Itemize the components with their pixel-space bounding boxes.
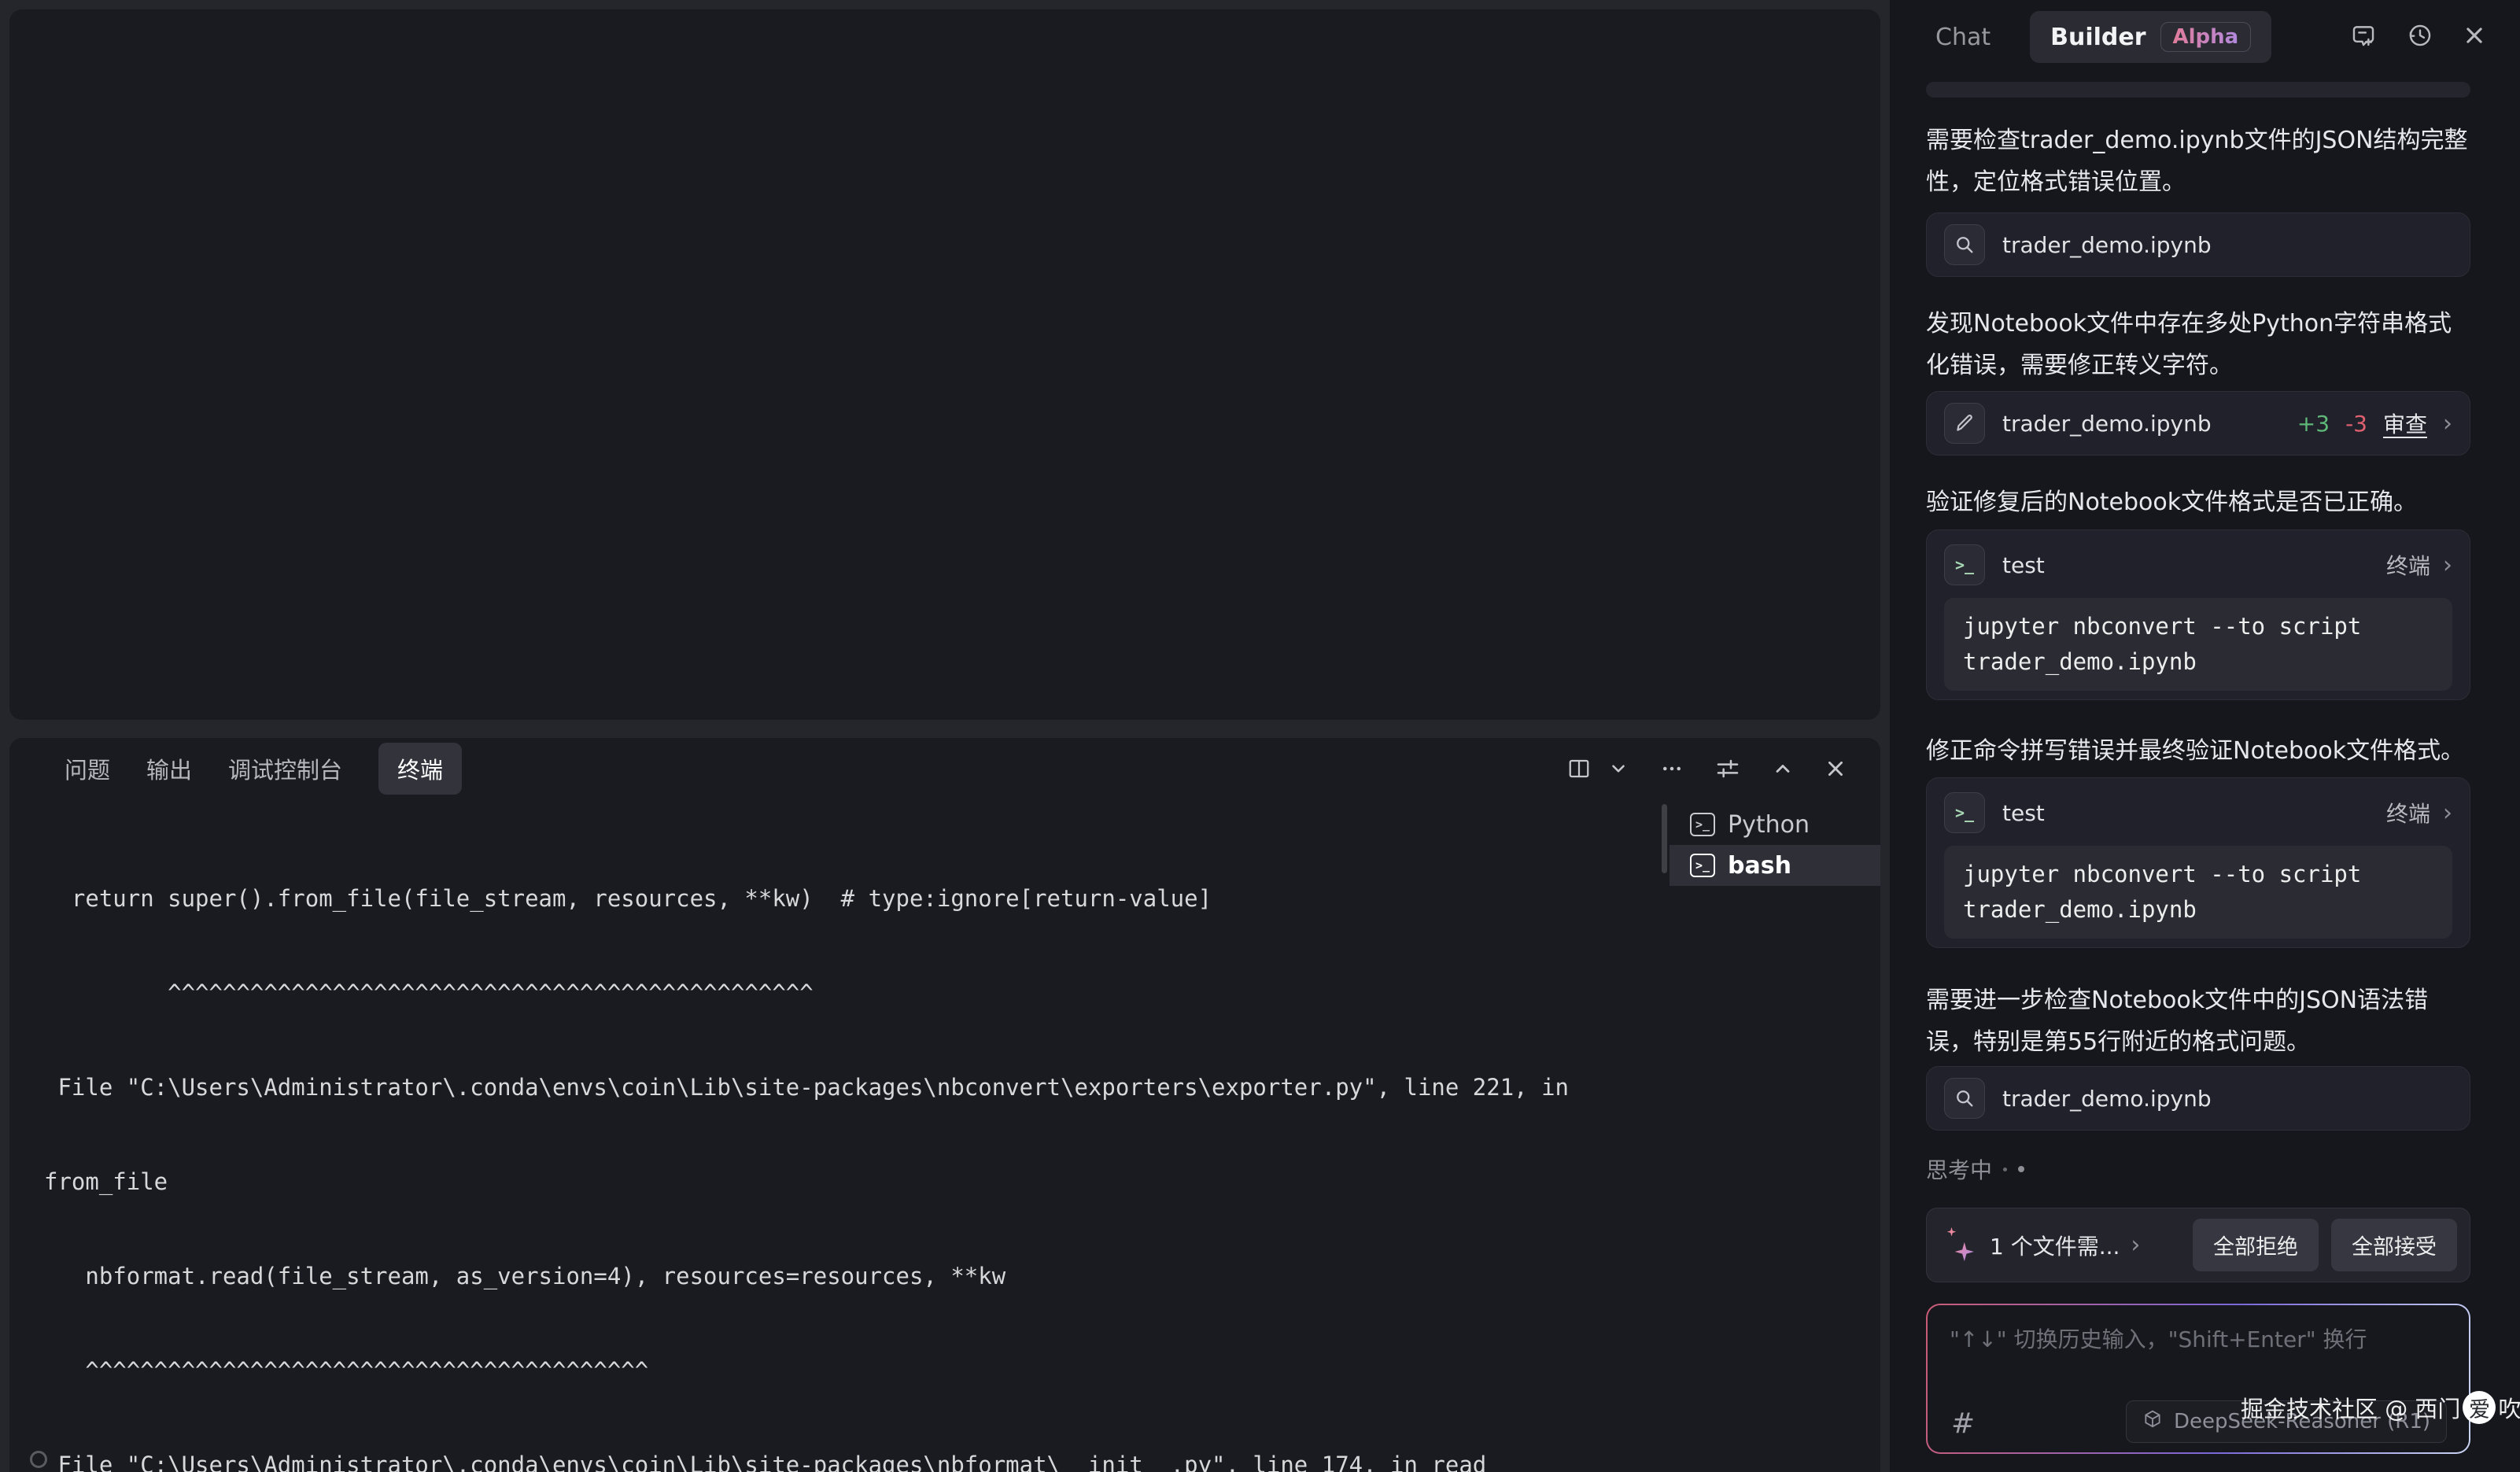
terminal-instance-bash[interactable]: >_ bash [1670, 845, 1880, 886]
terminal-output[interactable]: return super().from_file(file_stream, re… [44, 820, 1644, 1472]
tab-problems[interactable]: 问题 [65, 743, 110, 795]
file-search-card-1[interactable]: trader_demo.ipynb [1926, 212, 2470, 277]
search-icon [1944, 1078, 1985, 1119]
assistant-message-1: 需要检查trader_demo.ipynb文件的JSON结构完整性，定位格式错误… [1926, 120, 2470, 203]
terminal-card-name: test [2002, 552, 2045, 578]
assistant-message-3: 验证修复后的Notebook文件格式是否已正确。 [1926, 481, 2470, 523]
history-icon[interactable] [2407, 22, 2433, 52]
command-decoration-circle [30, 1451, 47, 1468]
terminal-icon: >_ [1690, 854, 1715, 877]
terminal-instance-list: >_ Python >_ bash [1670, 804, 1880, 886]
terminal-panel-header: 问题 输出 调试控制台 终端 [9, 738, 1880, 799]
assistant-message-5: 需要进一步检查Notebook文件中的JSON语法错误，特别是第55行附近的格式… [1926, 979, 2470, 1063]
terminal-card-kind: 终端 [2386, 797, 2430, 828]
sparkle-icon [1943, 1226, 1979, 1265]
diff-additions: +3 [2297, 411, 2330, 437]
terminal-scrollbar[interactable] [1662, 804, 1667, 873]
chevron-right-icon: › [2443, 410, 2452, 437]
close-sidebar-icon[interactable] [2463, 24, 2485, 50]
terminal-instance-label: bash [1728, 852, 1791, 880]
builder-label: Builder [2050, 24, 2146, 51]
terminal-actions [1567, 756, 1846, 781]
traceback-line: File "C:\Users\Administrator\.conda\envs… [44, 1072, 1644, 1103]
traceback-line: return super().from_file(file_stream, re… [44, 883, 1644, 914]
traceback-line: ^^^^^^^^^^^^^^^^^^^^^^^^^^^^^^^^^^^^^^^^… [44, 977, 1644, 1009]
launch-profile-icon[interactable] [1715, 756, 1740, 781]
watermark: 掘金技术社区 @ 西门爱吹牛 [2241, 1391, 2520, 1424]
thinking-dot [2003, 1168, 2007, 1171]
file-search-card-2[interactable]: trader_demo.ipynb [1926, 1066, 2470, 1131]
terminal-card-kind: 终端 [2386, 549, 2430, 581]
accept-all-button[interactable]: 全部接受 [2331, 1219, 2457, 1271]
terminal-command-card-2[interactable]: >_ test 终端 › jupyter nbconvert --to scrip… [1926, 777, 2470, 948]
app-window: 问题 输出 调试控制台 终端 [0, 0, 2520, 1472]
sidebar-header: Chat Builder Alpha [1890, 0, 2520, 74]
traceback-line: nbformat.read(file_stream, as_version=4)… [44, 1260, 1644, 1292]
split-terminal-icon[interactable] [1567, 757, 1591, 780]
pending-files-summary: 1 个文件需... [1990, 1230, 2120, 1261]
traceback-line: ^^^^^^^^^^^^^^^^^^^^^^^^^^^^^^^^^^^^^^^^… [44, 1355, 1644, 1386]
more-actions-icon[interactable] [1660, 757, 1684, 780]
terminal-command-card-1[interactable]: >_ test 终端 › jupyter nbconvert --to scrip… [1926, 529, 2470, 700]
model-cube-icon [2142, 1409, 2163, 1435]
assistant-message-4: 修正命令拼写错误并最终验证Notebook文件格式。 [1926, 730, 2470, 772]
assistant-message-2: 发现Notebook文件中存在多处Python字符串格式化错误，需要修正转义字符… [1926, 303, 2470, 386]
context-hash-button[interactable]: # [1951, 1407, 1975, 1440]
review-link[interactable]: 审查 [2383, 408, 2427, 439]
terminal-instance-python[interactable]: >_ Python [1670, 804, 1880, 845]
scrolled-card-sliver [1926, 82, 2470, 98]
terminal-command-text: jupyter nbconvert --to script trader_dem… [1944, 598, 2452, 691]
chevron-right-icon: › [2443, 799, 2452, 827]
maximize-panel-icon[interactable] [1772, 758, 1794, 780]
thinking-dot [2018, 1166, 2024, 1172]
file-name: trader_demo.ipynb [2002, 1086, 2212, 1112]
file-name: trader_demo.ipynb [2002, 411, 2212, 437]
reject-all-button[interactable]: 全部拒绝 [2193, 1219, 2319, 1271]
file-edit-card[interactable]: trader_demo.ipynb +3 -3 审查 › [1926, 391, 2470, 456]
chat-composer: "↑↓" 切换历史输入，"Shift+Enter" 换行 # DeepSeek-… [1926, 1304, 2470, 1454]
traceback-line: File "C:\Users\Administrator\.conda\envs… [44, 1449, 1644, 1472]
terminal-command-text: jupyter nbconvert --to script trader_dem… [1944, 846, 2452, 939]
chevron-right-icon: › [2443, 552, 2452, 579]
terminal-card-name: test [2002, 800, 2045, 826]
chevron-right-icon[interactable]: › [2131, 1231, 2140, 1259]
diff-deletions: -3 [2345, 411, 2367, 437]
watermark-avatar: 爱 [2463, 1391, 2496, 1424]
terminal-icon: >_ [1944, 544, 1985, 585]
editor-area[interactable] [9, 9, 1880, 720]
tab-terminal[interactable]: 终端 [378, 743, 462, 795]
terminal-panel: 问题 输出 调试控制台 终端 [9, 738, 1880, 1472]
tab-debug-console[interactable]: 调试控制台 [228, 743, 342, 795]
file-name: trader_demo.ipynb [2002, 232, 2212, 258]
traceback-line: from_file [44, 1166, 1644, 1197]
close-panel-icon[interactable] [1825, 758, 1846, 779]
chat-input[interactable]: "↑↓" 切换历史输入，"Shift+Enter" 换行 # DeepSeek-… [1928, 1305, 2469, 1452]
tab-output[interactable]: 输出 [146, 743, 192, 795]
tab-builder[interactable]: Builder Alpha [2030, 11, 2271, 63]
ai-sidebar: Chat Builder Alpha 需要检查trader_demo.ipynb… [1890, 0, 2520, 1472]
terminal-icon: >_ [1944, 792, 1985, 833]
thinking-status: 思考中 [1926, 1153, 2024, 1185]
chevron-down-icon[interactable] [1608, 758, 1629, 779]
pencil-icon [1944, 403, 1985, 444]
alpha-badge: Alpha [2160, 22, 2252, 52]
terminal-icon: >_ [1690, 813, 1715, 836]
tab-chat[interactable]: Chat [1935, 24, 1991, 51]
chat-input-placeholder: "↑↓" 切换历史输入，"Shift+Enter" 换行 [1950, 1323, 2367, 1354]
pending-changes-bar: 1 个文件需... › 全部拒绝 全部接受 [1926, 1208, 2470, 1282]
search-icon [1944, 224, 1985, 265]
new-chat-icon[interactable] [2350, 22, 2377, 52]
terminal-instance-label: Python [1728, 811, 1810, 839]
sidebar-actions [2350, 22, 2485, 52]
